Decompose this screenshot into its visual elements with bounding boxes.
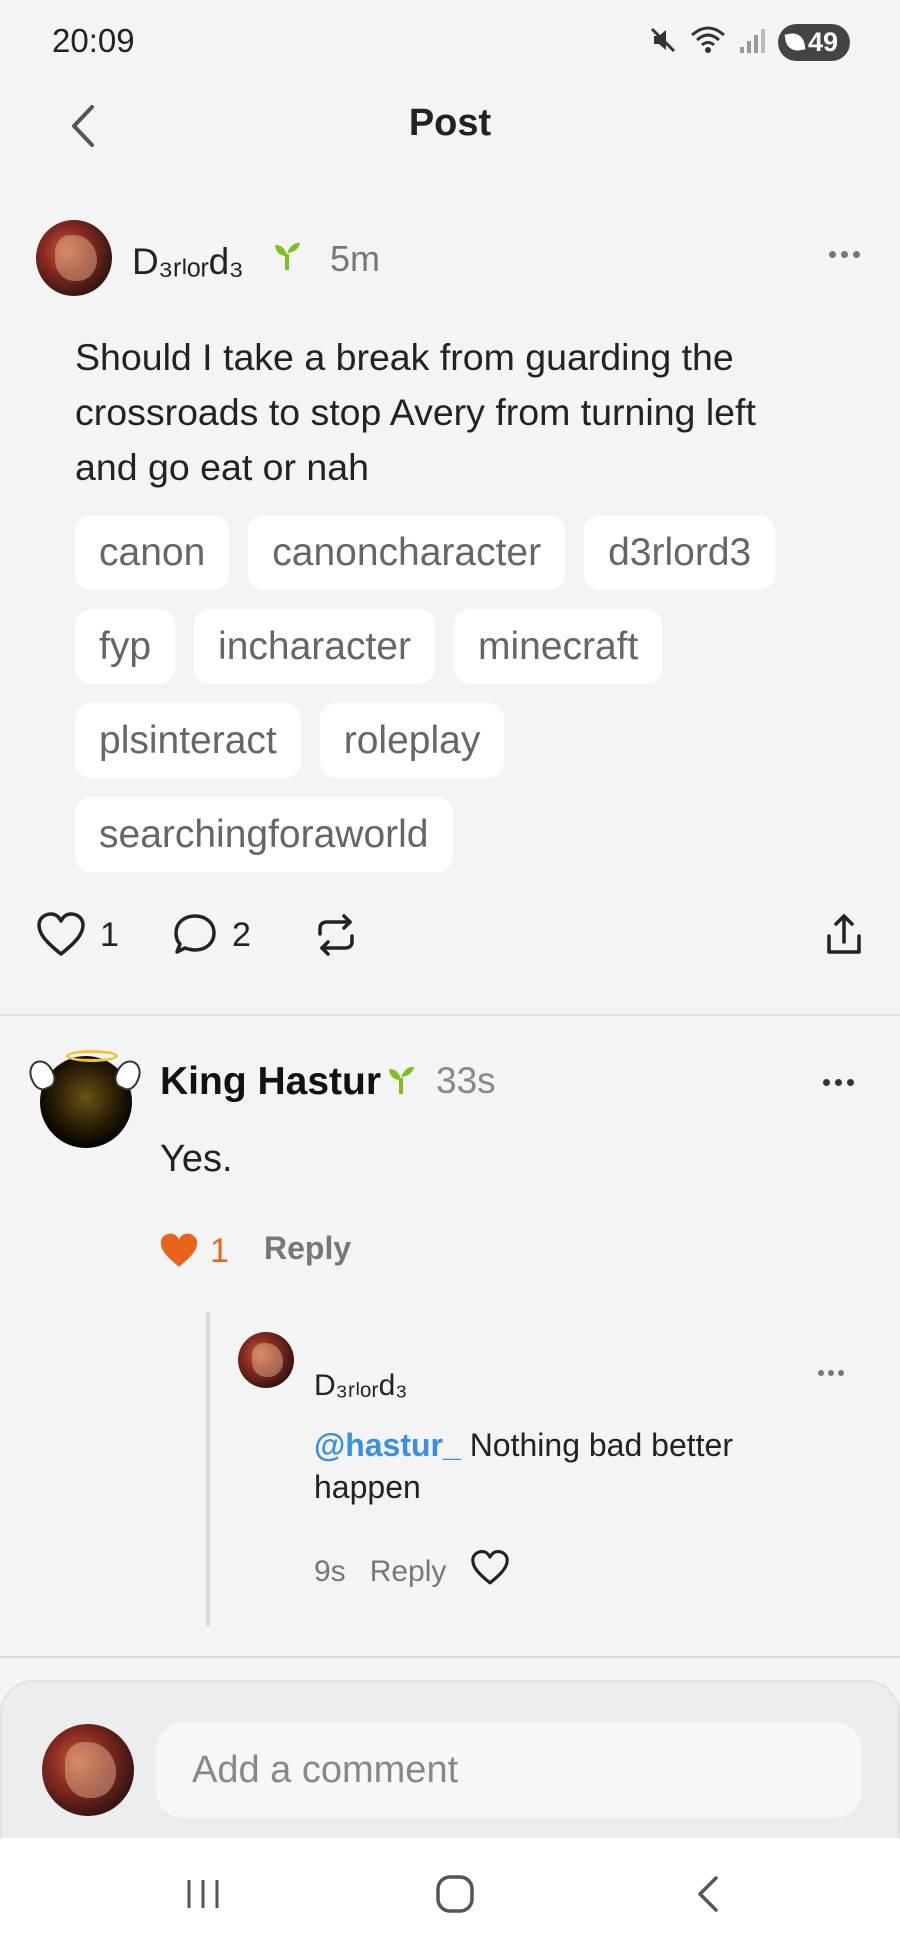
sprout-icon <box>386 1064 416 1096</box>
comment-body: Yes. <box>160 1138 233 1180</box>
avatar[interactable] <box>24 1050 146 1148</box>
status-time: 20:09 <box>52 22 135 59</box>
status-icons: 49 <box>648 22 850 62</box>
tag-chip[interactable]: plsinteract <box>75 703 301 778</box>
heart-icon <box>471 1550 510 1585</box>
reply-like-button[interactable] <box>470 1550 510 1594</box>
comment-composer <box>0 1680 900 1838</box>
tag-chip[interactable]: fyp <box>75 609 176 684</box>
comment-count: 2 <box>232 915 251 954</box>
thread-line <box>206 1312 210 1626</box>
reply-more-icon[interactable] <box>810 1358 852 1388</box>
header: Post <box>0 84 900 166</box>
system-nav-bar <box>0 1838 900 1950</box>
tag-chip[interactable]: roleplay <box>319 703 505 778</box>
heart-filled-icon <box>160 1233 198 1267</box>
post-time: 5m <box>330 238 381 279</box>
reply-time: 9s <box>314 1555 346 1588</box>
mute-icon <box>648 25 678 60</box>
divider <box>0 1656 900 1658</box>
signal-icon <box>738 25 766 60</box>
like-button[interactable]: 1 <box>36 905 119 965</box>
recent-apps-icon[interactable] <box>168 1866 238 1922</box>
status-bar: 20:09 49 <box>0 0 900 84</box>
avatar <box>42 1724 134 1816</box>
wifi-icon <box>690 25 726 60</box>
heart-icon <box>37 912 85 956</box>
page-title: Post <box>408 102 492 144</box>
post-more-icon[interactable] <box>818 234 870 274</box>
reply-meta: 9s Reply <box>314 1550 510 1594</box>
tag-chip[interactable]: incharacter <box>194 609 435 684</box>
home-icon[interactable] <box>420 1866 490 1922</box>
battery-icon: 49 <box>777 23 850 61</box>
post-actions: 1 2 <box>36 905 864 965</box>
reply-reply-button[interactable]: Reply <box>370 1555 447 1589</box>
comment-input[interactable] <box>156 1722 862 1818</box>
tag-chip[interactable]: d3rlord3 <box>584 515 776 590</box>
post-body: Should I take a break from guarding the … <box>75 336 756 488</box>
share-icon <box>827 914 861 954</box>
sprout-icon <box>272 240 302 272</box>
back-nav-icon[interactable] <box>672 1866 742 1922</box>
tag-chip[interactable]: searchingforaworld <box>75 797 453 872</box>
post-author-row: D₃ᵣₗₒᵣd₃ 5m <box>36 218 870 298</box>
comment-icon <box>174 914 216 954</box>
comment-like-count: 1 <box>210 1231 229 1270</box>
battery-level: 49 <box>807 26 838 57</box>
comment-more-icon[interactable] <box>812 1062 864 1102</box>
tag-chip[interactable]: minecraft <box>453 609 663 684</box>
post-author-name[interactable]: D₃ᵣₗₒᵣd₃ <box>132 240 244 283</box>
divider <box>0 1014 900 1016</box>
tag-chip[interactable]: canoncharacter <box>248 515 566 590</box>
reply-body: @hastur_ Nothing bad better happen <box>314 1424 834 1508</box>
repost-icon <box>318 914 354 956</box>
like-count: 1 <box>100 915 119 954</box>
comment-like-button[interactable]: 1 <box>158 1228 229 1274</box>
avatar[interactable] <box>238 1332 294 1388</box>
tag-chip[interactable]: canon <box>75 515 230 590</box>
comment-time: 33s <box>436 1060 496 1101</box>
comment-button[interactable]: 2 <box>172 905 251 965</box>
comment-author-name[interactable]: King Hastur <box>160 1060 381 1104</box>
mention-link[interactable]: @hastur_ <box>314 1427 461 1463</box>
avatar[interactable] <box>36 220 112 296</box>
tag-list: canon canoncharacter d3rlord3 fyp inchar… <box>75 515 835 872</box>
repost-button[interactable] <box>314 905 358 965</box>
comment-reply-button[interactable]: Reply <box>264 1230 351 1267</box>
reply-author-name[interactable]: D₃ᵣₗₒᵣd₃ <box>314 1368 407 1403</box>
share-button[interactable] <box>824 905 864 965</box>
